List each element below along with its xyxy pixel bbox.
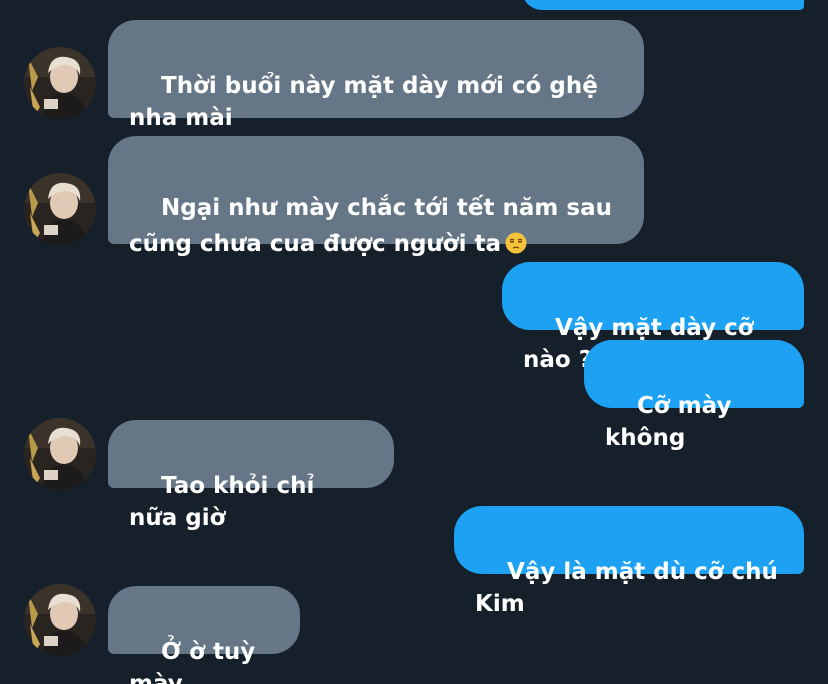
avatar-photo <box>24 584 96 656</box>
user-avatar[interactable] <box>24 47 96 119</box>
message-bubble-sent[interactable]: Vậy là mặt dù cỡ chú Kim <box>454 506 804 617</box>
message-bubble-sent[interactable]: Cỡ mày không <box>584 340 804 451</box>
user-avatar[interactable] <box>24 584 96 656</box>
message-text: Thời buổi này mặt dày mới có ghệ nha mài <box>129 73 606 131</box>
user-avatar[interactable] <box>24 173 96 245</box>
message-bubble-received[interactable]: Thời buổi này mặt dày mới có ghệ nha mài <box>108 20 644 131</box>
avatar-photo <box>24 47 96 119</box>
avatar-photo <box>24 418 96 490</box>
message-text: Vậy là mặt dù cỡ chú Kim <box>475 559 786 617</box>
message-text: Ở ờ tuỳ mày <box>129 639 264 684</box>
message-bubble-sent[interactable] <box>522 0 804 10</box>
avatar-photo <box>24 173 96 245</box>
message-text: Tao khỏi chỉ nữa giờ <box>129 473 323 531</box>
message-bubble-received[interactable]: Ở ờ tuỳ mày <box>108 586 300 684</box>
user-avatar[interactable] <box>24 418 96 490</box>
message-text: Ngại như mày chắc tới tết năm sau cũng c… <box>129 195 620 257</box>
message-bubble-received[interactable]: Tao khỏi chỉ nữa giờ <box>108 420 394 531</box>
message-bubble-received[interactable]: Ngại như mày chắc tới tết năm sau cũng c… <box>108 136 644 257</box>
message-text: Cỡ mày không <box>605 393 740 451</box>
message-bubble-sent[interactable]: Vậy mặt dày cỡ nào ? <box>502 262 804 373</box>
chat-conversation: Thời buổi này mặt dày mới có ghệ nha mài… <box>0 0 828 684</box>
unamused-face-icon <box>505 232 527 254</box>
